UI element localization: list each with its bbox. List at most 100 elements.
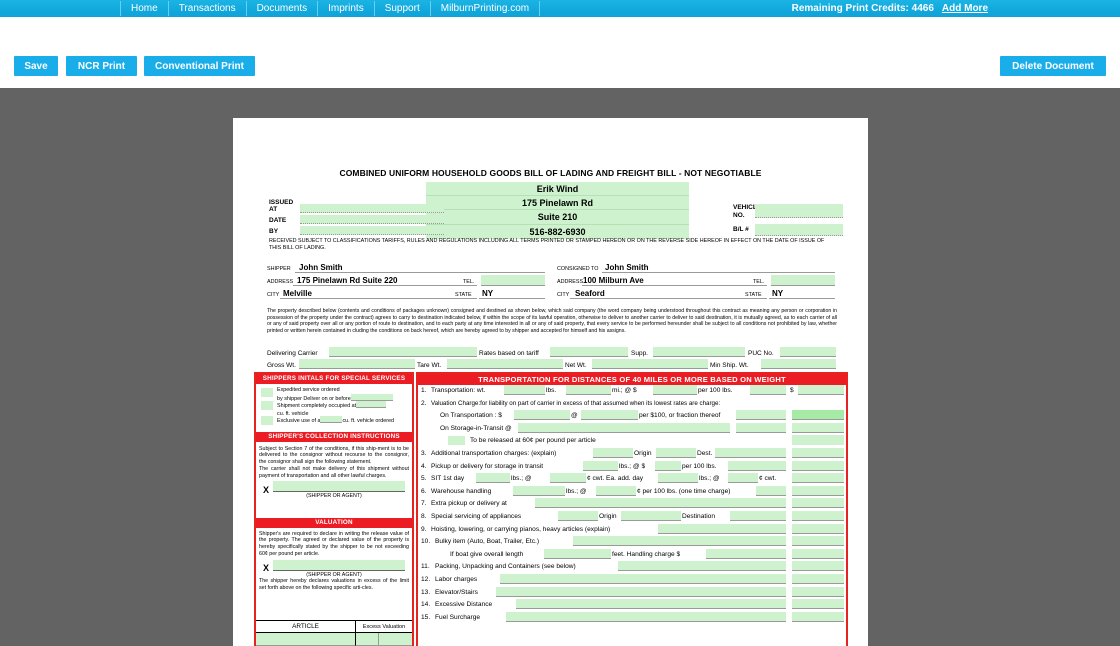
delivering-carrier-field[interactable] <box>329 347 477 357</box>
issued-date-field[interactable] <box>300 215 444 224</box>
nav-item-transactions[interactable]: Transactions <box>169 1 247 16</box>
puc-no-field[interactable] <box>780 347 836 357</box>
company-name[interactable]: Erik Wind <box>426 182 689 197</box>
row-3-col-b[interactable] <box>792 448 844 459</box>
row-9-field[interactable] <box>658 523 786 534</box>
row-5-addday-rate-field[interactable] <box>728 473 758 484</box>
released-60c-checkbox[interactable] <box>448 436 465 446</box>
article-cell[interactable] <box>256 633 356 646</box>
exclusive-use-field[interactable] <box>320 416 343 424</box>
consignee-address-value[interactable]: 100 Milburn Ave <box>583 276 644 285</box>
row-4-lbs-field[interactable] <box>583 460 618 471</box>
storage-in-transit-col-b[interactable] <box>792 422 844 433</box>
storage-in-transit-field[interactable] <box>518 422 730 433</box>
row-12-field[interactable] <box>500 574 786 584</box>
row-4-col-a[interactable] <box>728 460 786 471</box>
company-street[interactable]: 175 Pinelawn Rd <box>426 196 689 211</box>
vehicle-number-field[interactable] <box>755 204 843 218</box>
company-phone[interactable]: 516-882-6930 <box>426 225 689 239</box>
row-8-col-a[interactable] <box>730 511 786 522</box>
gross-wt-field[interactable] <box>299 359 415 369</box>
boat-handling-charge-field[interactable] <box>706 548 786 559</box>
min-ship-wt-field[interactable] <box>761 359 836 369</box>
row-14-col-b[interactable] <box>792 599 844 610</box>
company-suite[interactable]: Suite 210 <box>426 210 689 225</box>
row-10-col-b[interactable] <box>792 536 844 547</box>
valuation-signature-field[interactable] <box>273 559 405 571</box>
row-11-field[interactable] <box>618 561 786 572</box>
row-5-addday-lbs-field[interactable] <box>658 473 698 484</box>
storage-in-transit-col-a[interactable] <box>736 422 786 433</box>
expedited-service-checkbox[interactable] <box>261 387 273 397</box>
row-13-field[interactable] <box>496 586 786 597</box>
nav-item-milburnprinting[interactable]: MilburnPrinting.com <box>431 1 541 16</box>
supp-field[interactable] <box>653 347 745 357</box>
ncr-print-button[interactable]: NCR Print <box>66 56 137 76</box>
collection-signature-field[interactable] <box>273 481 405 493</box>
row-6-rate-field[interactable] <box>596 485 636 496</box>
row-7-field[interactable] <box>535 498 786 509</box>
deliver-on-or-before-field[interactable] <box>350 393 393 401</box>
row-1-miles-field[interactable] <box>566 385 611 396</box>
shipment-occupied-field[interactable] <box>356 401 387 409</box>
consignee-name-value[interactable]: John Smith <box>605 263 649 272</box>
row-7-col-b[interactable] <box>792 498 844 509</box>
boat-length-field[interactable] <box>544 548 611 559</box>
issued-at-field[interactable] <box>300 204 444 213</box>
row-11-col-b[interactable] <box>792 561 844 572</box>
on-transportation-col-b[interactable] <box>792 410 844 421</box>
row-15-field[interactable] <box>506 611 786 622</box>
row-1-amount-field[interactable] <box>750 385 786 396</box>
row-6-col-b[interactable] <box>792 485 844 496</box>
consignee-tel-field[interactable] <box>771 275 835 286</box>
excess-valuation-cell[interactable] <box>356 633 412 646</box>
row-6-col-a[interactable] <box>756 485 786 496</box>
row-8-dest-field[interactable] <box>621 511 681 522</box>
row-1-rate-field[interactable] <box>653 385 697 396</box>
row-13-col-b[interactable] <box>792 586 844 597</box>
nav-item-support[interactable]: Support <box>375 1 431 16</box>
row-1-weight-field[interactable] <box>504 385 545 396</box>
shipper-tel-field[interactable] <box>481 275 545 286</box>
on-transportation-rate-field[interactable] <box>581 410 638 421</box>
row-8-origin-field[interactable] <box>558 511 598 522</box>
on-transportation-amount-field[interactable] <box>514 410 570 421</box>
released-60c-col-b[interactable] <box>792 435 844 446</box>
row-3-col-a[interactable] <box>715 448 786 459</box>
row-1-total-field[interactable] <box>798 385 844 396</box>
row-5-col-b[interactable] <box>792 473 844 484</box>
shipper-state-value[interactable]: NY <box>482 289 493 298</box>
row-8-col-b[interactable] <box>792 511 844 522</box>
issued-by-field[interactable] <box>300 226 444 235</box>
rates-tariff-field[interactable] <box>550 347 628 357</box>
bill-of-lading-number-field[interactable] <box>755 224 843 236</box>
row-10-field[interactable] <box>573 536 786 547</box>
nav-item-imprints[interactable]: Imprints <box>318 1 375 16</box>
consignee-state-value[interactable]: NY <box>772 289 783 298</box>
save-button[interactable]: Save <box>14 56 58 76</box>
row-9-col-b[interactable] <box>792 523 844 534</box>
shipper-address-value[interactable]: 175 Pinelawn Rd Suite 220 <box>297 276 397 285</box>
consignee-city-value[interactable]: Seaford <box>575 289 605 298</box>
shipper-city-value[interactable]: Melville <box>283 289 312 298</box>
boat-col-b[interactable] <box>792 548 844 559</box>
row-5-lbs-field[interactable] <box>476 473 510 484</box>
row-4-rate-field[interactable] <box>655 460 681 471</box>
row-3-origin-field[interactable] <box>593 448 633 459</box>
row-3-dest-field[interactable] <box>656 448 696 459</box>
exclusive-use-checkbox[interactable] <box>261 416 273 426</box>
row-12-col-b[interactable] <box>792 574 844 584</box>
row-14-field[interactable] <box>516 599 786 610</box>
net-wt-field[interactable] <box>592 359 708 369</box>
add-more-credits-link[interactable]: Add More <box>942 3 988 14</box>
row-5-rate-field[interactable] <box>550 473 586 484</box>
tare-wt-field[interactable] <box>447 359 563 369</box>
nav-item-home[interactable]: Home <box>120 1 169 16</box>
row-4-col-b[interactable] <box>792 460 844 471</box>
nav-item-documents[interactable]: Documents <box>247 1 319 16</box>
shipper-name-value[interactable]: John Smith <box>299 263 343 272</box>
delete-document-button[interactable]: Delete Document <box>1000 56 1106 76</box>
shipment-occupied-checkbox[interactable] <box>261 401 273 411</box>
conventional-print-button[interactable]: Conventional Print <box>144 56 255 76</box>
row-6-lbs-field[interactable] <box>513 485 565 496</box>
